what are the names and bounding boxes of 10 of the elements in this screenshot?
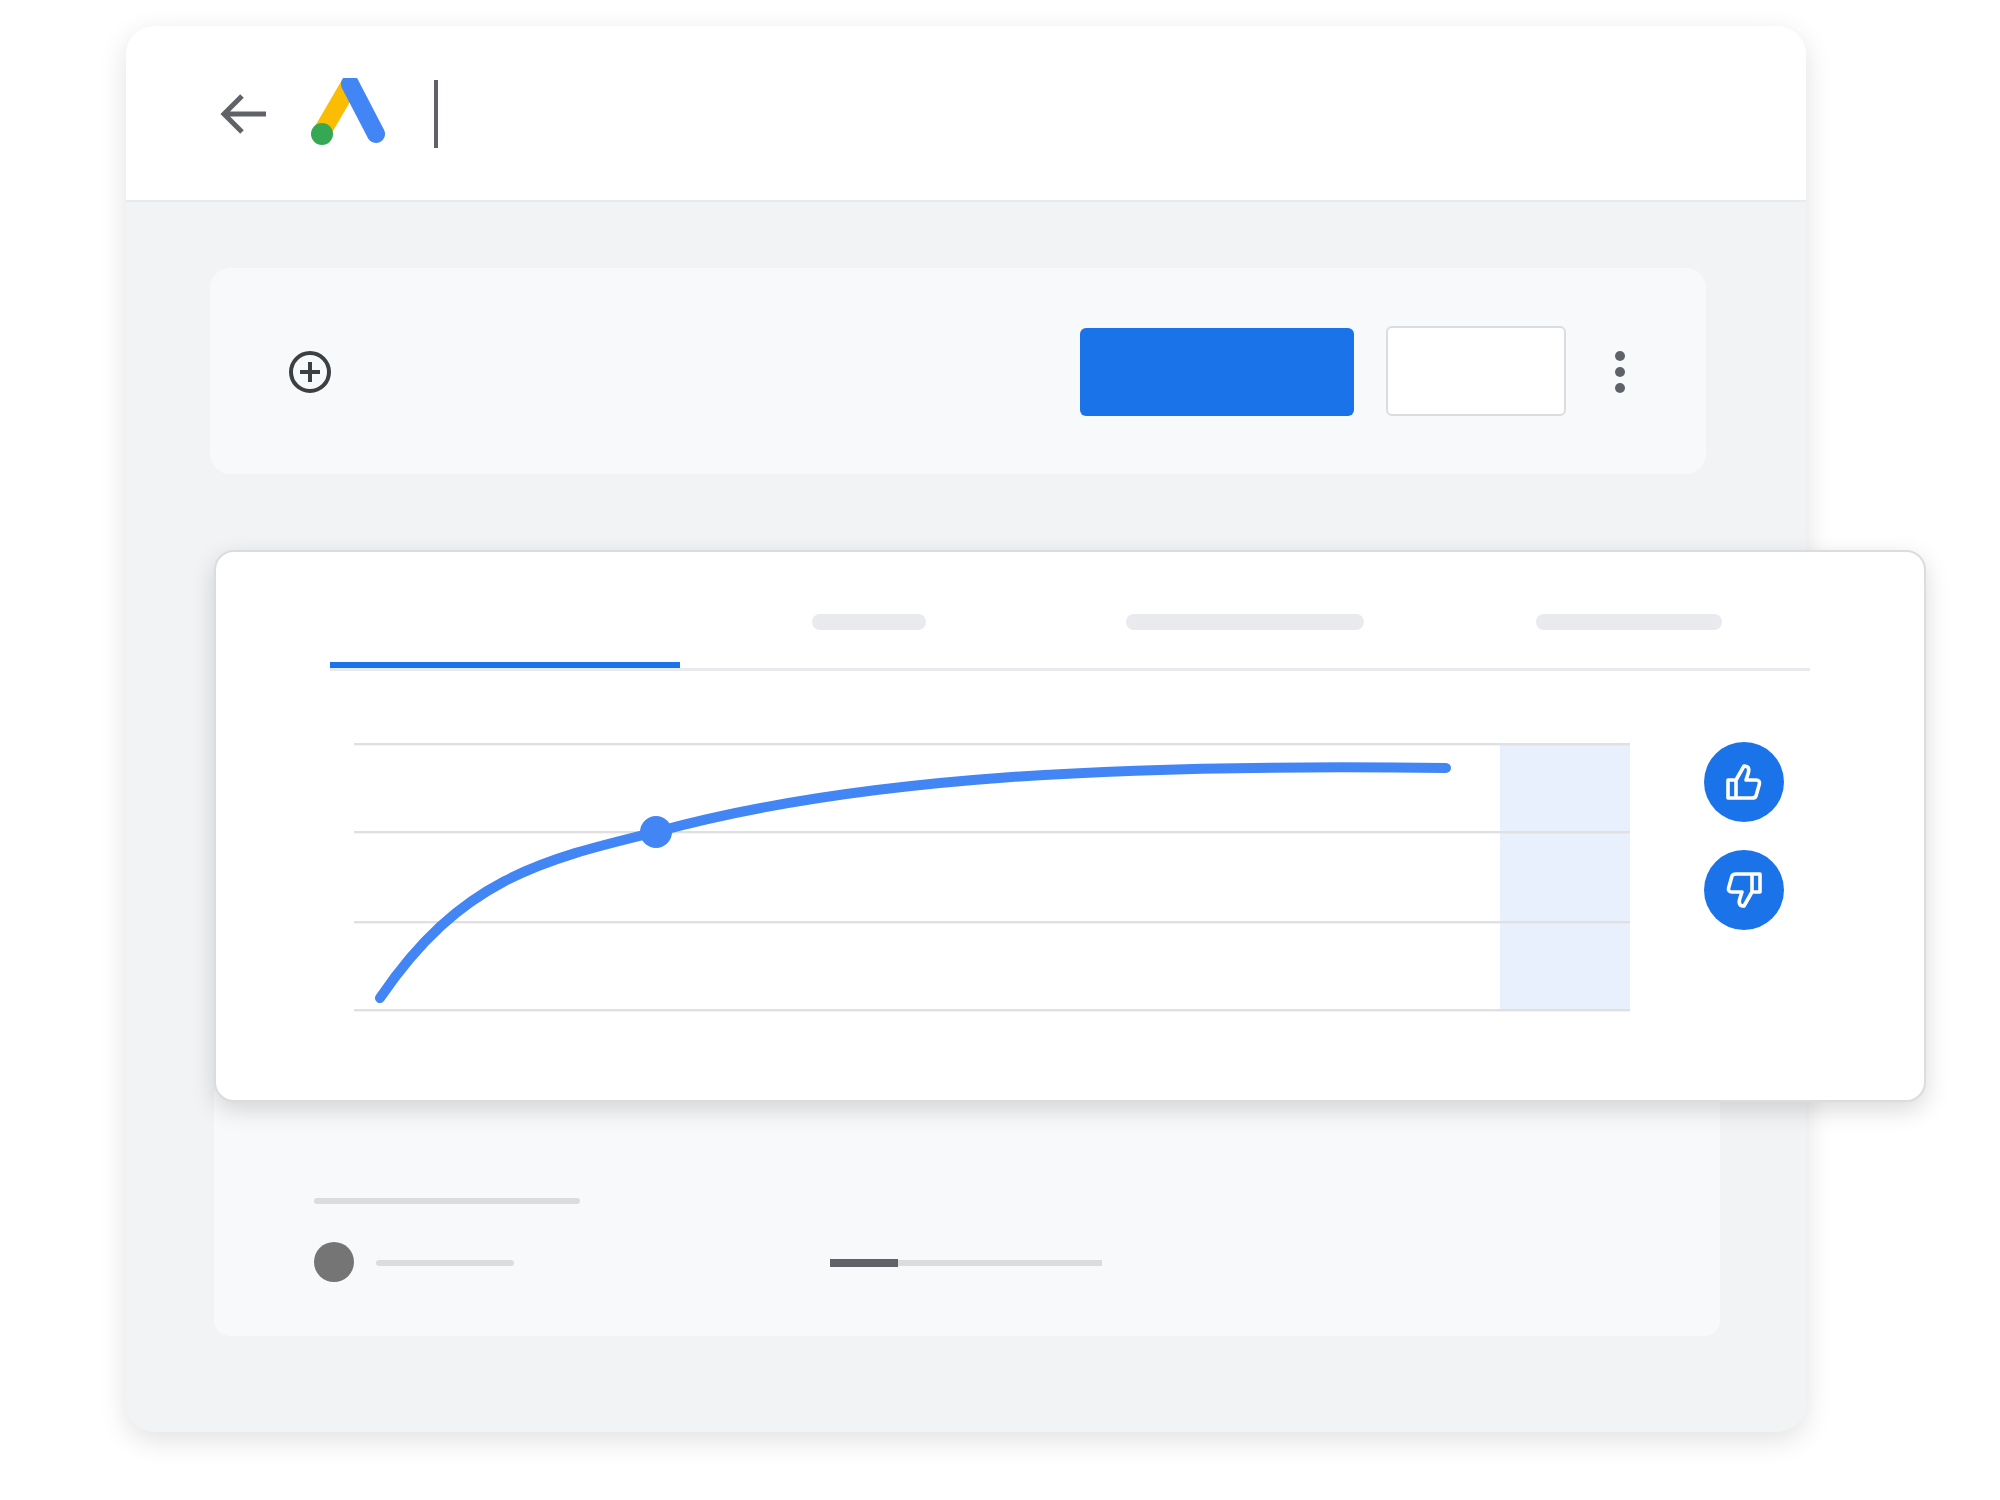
thumbs-down-button[interactable] [1704, 850, 1784, 930]
thumbs-up-button[interactable] [1704, 742, 1784, 822]
tab[interactable] [330, 662, 680, 668]
more-menu-icon[interactable] [1614, 349, 1626, 393]
secondary-button[interactable] [1386, 326, 1566, 416]
add-icon[interactable] [286, 347, 334, 395]
avatar-icon [314, 1242, 354, 1282]
back-arrow-icon[interactable] [218, 89, 270, 137]
logo-icon [306, 77, 386, 149]
primary-button[interactable] [1080, 327, 1354, 415]
